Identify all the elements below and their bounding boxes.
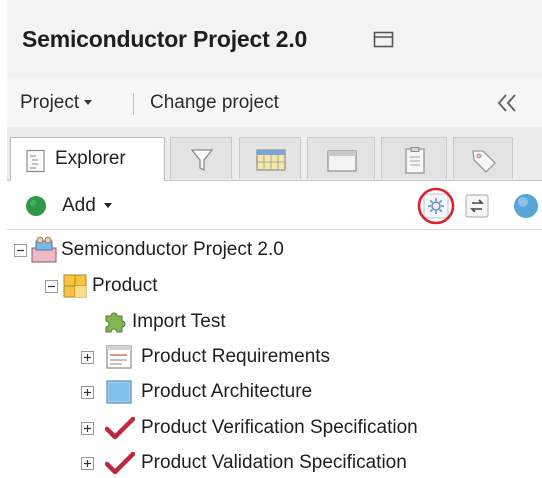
add-button-label: Add — [62, 195, 112, 217]
collapse-minus-icon[interactable] — [45, 280, 58, 293]
tab-table-view[interactable] — [239, 137, 301, 179]
project-tree: Semiconductor Project 2.0 Product Import… — [7, 230, 542, 478]
collapse-panel-icon[interactable] — [494, 91, 520, 120]
tab-explorer[interactable]: Explorer — [10, 137, 165, 181]
tag-icon — [472, 150, 496, 173]
filter-icon — [190, 149, 214, 172]
architecture-icon — [106, 380, 132, 404]
window-icon — [327, 150, 357, 172]
info-button[interactable] — [512, 192, 540, 225]
sync-button[interactable] — [464, 193, 490, 224]
caret-down-icon — [103, 203, 112, 209]
tab-explorer-label: Explorer — [55, 148, 126, 169]
tab-filter[interactable] — [170, 137, 232, 179]
caret-down-icon — [84, 100, 93, 106]
page-title: Semiconductor Project 2.0 — [22, 26, 308, 52]
tree-node-product-requirements[interactable]: Product Requirements — [7, 342, 542, 372]
sync-icon — [465, 194, 489, 218]
table-view-icon — [256, 149, 286, 171]
change-project-link[interactable]: Change project — [150, 92, 279, 114]
puzzle-icon — [105, 312, 126, 333]
tree-node-product[interactable]: Product — [7, 271, 542, 301]
explorer-icon — [26, 149, 45, 173]
tree-node-product-verification-specification[interactable]: Product Verification Specification — [7, 413, 542, 443]
tree-node-product-architecture[interactable]: Product Architecture — [7, 377, 542, 407]
checkmark-icon — [105, 417, 135, 440]
expand-plus-icon[interactable] — [81, 351, 94, 364]
tab-tag[interactable] — [453, 137, 513, 179]
project-icon — [31, 236, 57, 263]
explorer-toolbar: Add — [7, 181, 542, 230]
title-bar: Semiconductor Project 2.0 — [7, 0, 542, 79]
tab-document[interactable] — [381, 137, 447, 179]
tree-node-import-test[interactable]: Import Test — [7, 307, 542, 337]
project-bar: Project Change project — [7, 79, 542, 128]
tree-node-label: Product Validation Specification — [141, 452, 407, 473]
document-icon — [405, 147, 425, 174]
checkmark-icon — [105, 452, 135, 475]
tree-node-product-validation-specification[interactable]: Product Validation Specification — [7, 448, 542, 478]
product-folder-icon — [63, 274, 87, 298]
explorer-panel: Semiconductor Project 2.0 Project Change… — [7, 0, 542, 478]
project-menu-label: Project — [20, 92, 80, 113]
settings-icon — [417, 187, 455, 225]
tree-node-label: Product Requirements — [141, 346, 331, 367]
settings-button[interactable] — [417, 187, 455, 230]
expand-plus-icon[interactable] — [81, 422, 94, 435]
info-icon — [514, 194, 538, 218]
divider — [133, 93, 134, 115]
tab-window[interactable] — [307, 137, 375, 179]
add-circle-icon — [26, 196, 46, 216]
tree-node-label: Product — [92, 275, 158, 296]
tree-node-label: Semiconductor Project 2.0 — [61, 239, 284, 260]
tab-strip: Explorer — [7, 127, 542, 181]
tree-node-label: Product Architecture — [141, 381, 313, 402]
expand-plus-icon[interactable] — [81, 386, 94, 399]
tree-node-project[interactable]: Semiconductor Project 2.0 — [7, 235, 542, 265]
panel-layout-icon[interactable] — [373, 30, 395, 55]
tree-node-label: Import Test — [132, 311, 226, 332]
collapse-minus-icon[interactable] — [14, 244, 27, 257]
project-menu[interactable]: Project — [20, 92, 93, 114]
expand-plus-icon[interactable] — [81, 457, 94, 470]
requirements-icon — [106, 345, 132, 369]
tree-node-label: Product Verification Specification — [141, 417, 418, 438]
